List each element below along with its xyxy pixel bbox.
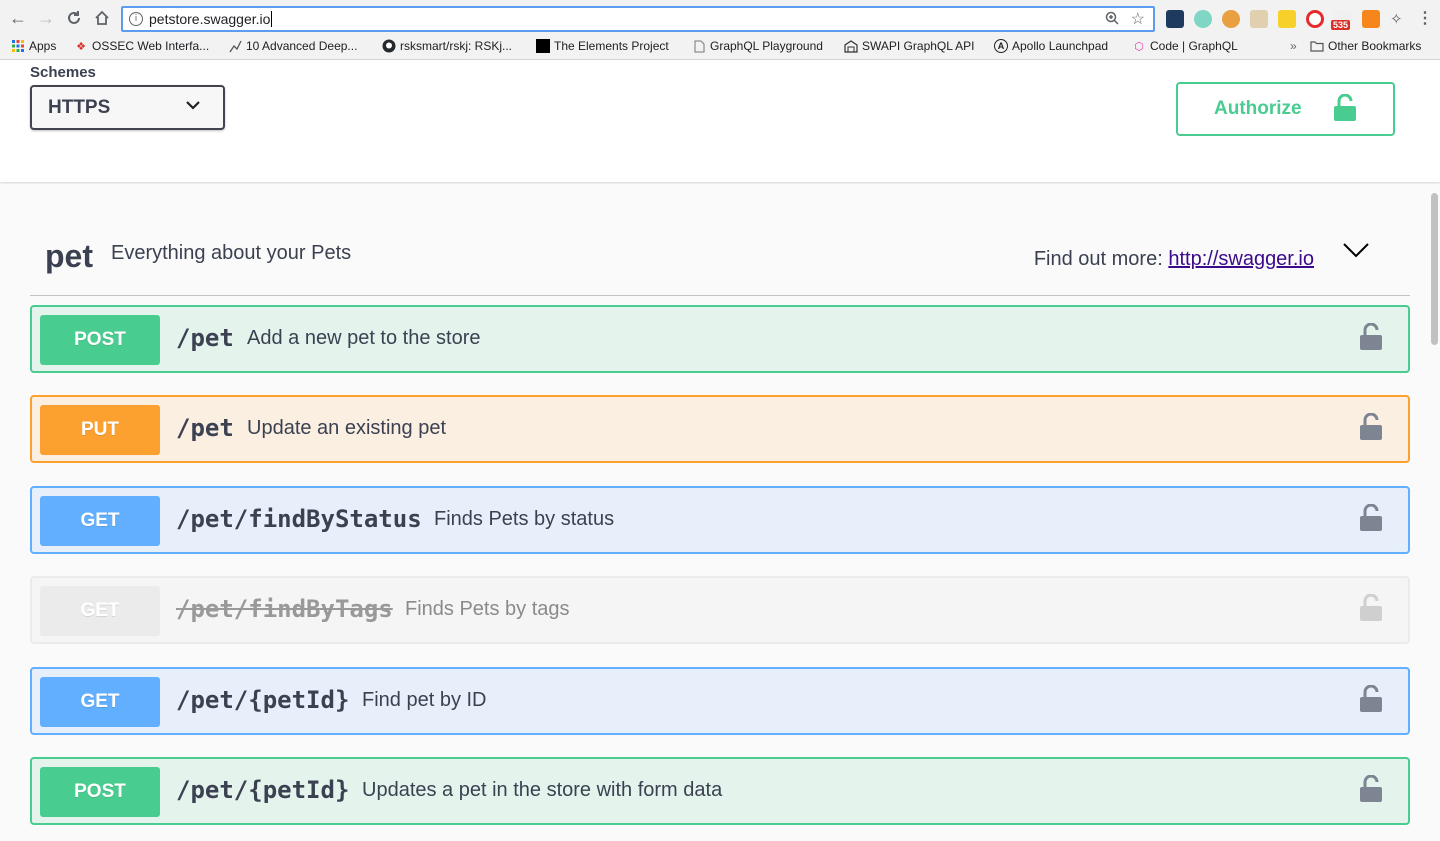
lock-icon[interactable] xyxy=(1360,774,1382,808)
find-more-label: Find out more: xyxy=(1033,248,1163,270)
operation-summary: Find pet by ID xyxy=(362,689,487,711)
sparkle-extension-icon[interactable]: ✧ xyxy=(1390,10,1408,28)
tag-section-header[interactable]: pet Everything about your Pets Find out … xyxy=(30,222,1410,296)
unlocked-icon xyxy=(1333,93,1357,128)
operation-summary: Update an existing pet xyxy=(247,417,447,439)
browser-menu-icon[interactable]: ⋮ xyxy=(1417,8,1433,28)
tag-name: pet xyxy=(45,238,93,274)
operation-path: /pet/{petId} xyxy=(176,686,350,714)
operation-put-pet[interactable]: PUT /pet Update an existing pet xyxy=(30,395,1410,463)
react-devtools-extension-icon[interactable] xyxy=(1166,10,1184,28)
bookmark-code-graphql[interactable]: ⬡ Code | GraphQL xyxy=(1132,39,1238,53)
zoom-icon[interactable] xyxy=(1105,11,1119,30)
bookmark-label: Apps xyxy=(29,39,57,53)
address-bar-url[interactable]: petstore.swagger.io xyxy=(149,11,273,27)
bookmark-apps[interactable]: Apps xyxy=(11,39,56,53)
graphql-icon: ⬡ xyxy=(1134,40,1144,53)
metamask-extension-icon[interactable] xyxy=(1362,10,1380,28)
lock-icon[interactable] xyxy=(1360,503,1382,537)
site-info-icon[interactable]: i xyxy=(129,12,143,26)
operation-path: /pet xyxy=(176,414,234,442)
operation-get-find-by-status[interactable]: GET /pet/findByStatus Finds Pets by stat… xyxy=(30,486,1410,554)
swapi-icon xyxy=(844,39,858,53)
operation-path: /pet/findByStatus xyxy=(176,505,422,533)
lock-icon[interactable] xyxy=(1360,322,1382,356)
method-badge: POST xyxy=(40,315,160,365)
operation-summary: Add a new pet to the store xyxy=(247,327,481,349)
bookmark-elements-project[interactable]: The Elements Project xyxy=(536,39,669,53)
operation-summary: Finds Pets by status xyxy=(434,508,615,530)
bookmarks-bar: Apps ❖ OSSEC Web Interfa... 10 Advanced … xyxy=(0,36,1440,58)
bookmark-label: 10 Advanced Deep... xyxy=(246,39,358,53)
method-badge: PUT xyxy=(40,405,160,455)
operation-get-pet-by-id[interactable]: GET /pet/{petId} Find pet by ID xyxy=(30,667,1410,735)
method-badge: POST xyxy=(40,767,160,817)
back-arrow-icon[interactable]: ← xyxy=(6,6,30,30)
method-badge: GET xyxy=(40,677,160,727)
bookmark-rskj[interactable]: rsksmart/rskj: RSKj... xyxy=(382,39,512,53)
collapse-chevron-icon[interactable] xyxy=(1342,240,1370,265)
reload-icon[interactable] xyxy=(62,6,86,30)
scheme-container: Schemes HTTPS Authorize xyxy=(0,60,1440,182)
authorize-label: Authorize xyxy=(1214,98,1302,119)
page-scrollbar[interactable] xyxy=(1431,193,1438,345)
lock-icon[interactable] xyxy=(1360,412,1382,446)
extension-icon[interactable] xyxy=(1278,10,1296,28)
bookmark-label: SWAPI GraphQL API xyxy=(862,39,975,53)
bookmark-label: OSSEC Web Interfa... xyxy=(92,39,210,53)
folder-icon xyxy=(1310,39,1324,53)
operation-post-pet[interactable]: POST /pet Add a new pet to the store xyxy=(30,305,1410,373)
bookmark-label: GraphQL Playground xyxy=(710,39,823,53)
operation-path: /pet/findByTags xyxy=(176,595,393,623)
forward-arrow-icon[interactable]: → xyxy=(34,6,58,30)
apps-grid-icon xyxy=(11,39,25,53)
bookmark-apollo[interactable]: A Apollo Launchpad xyxy=(994,39,1108,53)
github-icon xyxy=(382,39,396,53)
external-docs-link[interactable]: http://swagger.io xyxy=(1168,248,1314,270)
operation-summary: Finds Pets by tags xyxy=(405,598,570,620)
bookmark-graphql-playground[interactable]: GraphQL Playground xyxy=(692,39,823,53)
lock-icon[interactable] xyxy=(1360,593,1382,627)
browser-chrome: ← → i petstore.swagger.io ☆ 535 ✧ ⋮ Apps… xyxy=(0,0,1440,60)
extension-icon[interactable] xyxy=(1250,10,1268,28)
method-badge: GET xyxy=(40,496,160,546)
bookmark-label: Other Bookmarks xyxy=(1328,39,1422,53)
bookmark-label: rsksmart/rskj: RSKj... xyxy=(400,39,513,53)
apollo-icon: A xyxy=(994,39,1008,53)
operation-post-pet-by-id[interactable]: POST /pet/{petId} Updates a pet in the s… xyxy=(30,757,1410,825)
chart-line-icon xyxy=(228,39,242,53)
bookmark-other[interactable]: Other Bookmarks xyxy=(1310,39,1421,53)
bookmark-star-icon[interactable]: ☆ xyxy=(1131,9,1145,29)
lock-icon[interactable] xyxy=(1360,684,1382,718)
authorize-button[interactable]: Authorize xyxy=(1176,82,1395,136)
extension-icon[interactable] xyxy=(1194,10,1212,28)
schemes-label: Schemes xyxy=(30,64,96,81)
bookmark-deep-learning[interactable]: 10 Advanced Deep... xyxy=(228,39,357,53)
operation-path: /pet/{petId} xyxy=(176,776,350,804)
bookmark-label: Apollo Launchpad xyxy=(1012,39,1109,53)
tag-description: Everything about your Pets xyxy=(111,242,352,264)
cookie-extension-icon[interactable] xyxy=(1222,10,1240,28)
schemes-selected-value: HTTPS xyxy=(48,96,111,118)
ossec-icon: ❖ xyxy=(76,40,86,53)
bookmark-label: The Elements Project xyxy=(554,39,669,53)
opera-extension-icon[interactable] xyxy=(1306,10,1324,28)
chevron-down-icon xyxy=(185,97,201,119)
schemes-select[interactable]: HTTPS xyxy=(30,85,225,130)
address-bar[interactable]: i petstore.swagger.io ☆ xyxy=(121,6,1155,32)
bookmark-ossec[interactable]: ❖ OSSEC Web Interfa... xyxy=(74,39,209,53)
operation-summary: Updates a pet in the store with form dat… xyxy=(362,779,723,801)
tag-external-docs: Find out more: http://swagger.io xyxy=(1034,248,1314,271)
elements-project-icon xyxy=(536,39,550,53)
operation-path: /pet xyxy=(176,324,234,352)
bookmark-swapi[interactable]: SWAPI GraphQL API xyxy=(844,39,975,53)
home-icon[interactable] xyxy=(90,6,114,30)
bookmarks-overflow-chevron-icon[interactable]: » xyxy=(1290,39,1297,53)
bookmark-label: Code | GraphQL xyxy=(1150,39,1238,53)
operation-get-find-by-tags-deprecated[interactable]: GET /pet/findByTags Finds Pets by tags xyxy=(30,576,1410,644)
extension-badge: 535 xyxy=(1331,20,1351,30)
method-badge: GET xyxy=(40,586,160,636)
page-icon xyxy=(692,39,706,53)
